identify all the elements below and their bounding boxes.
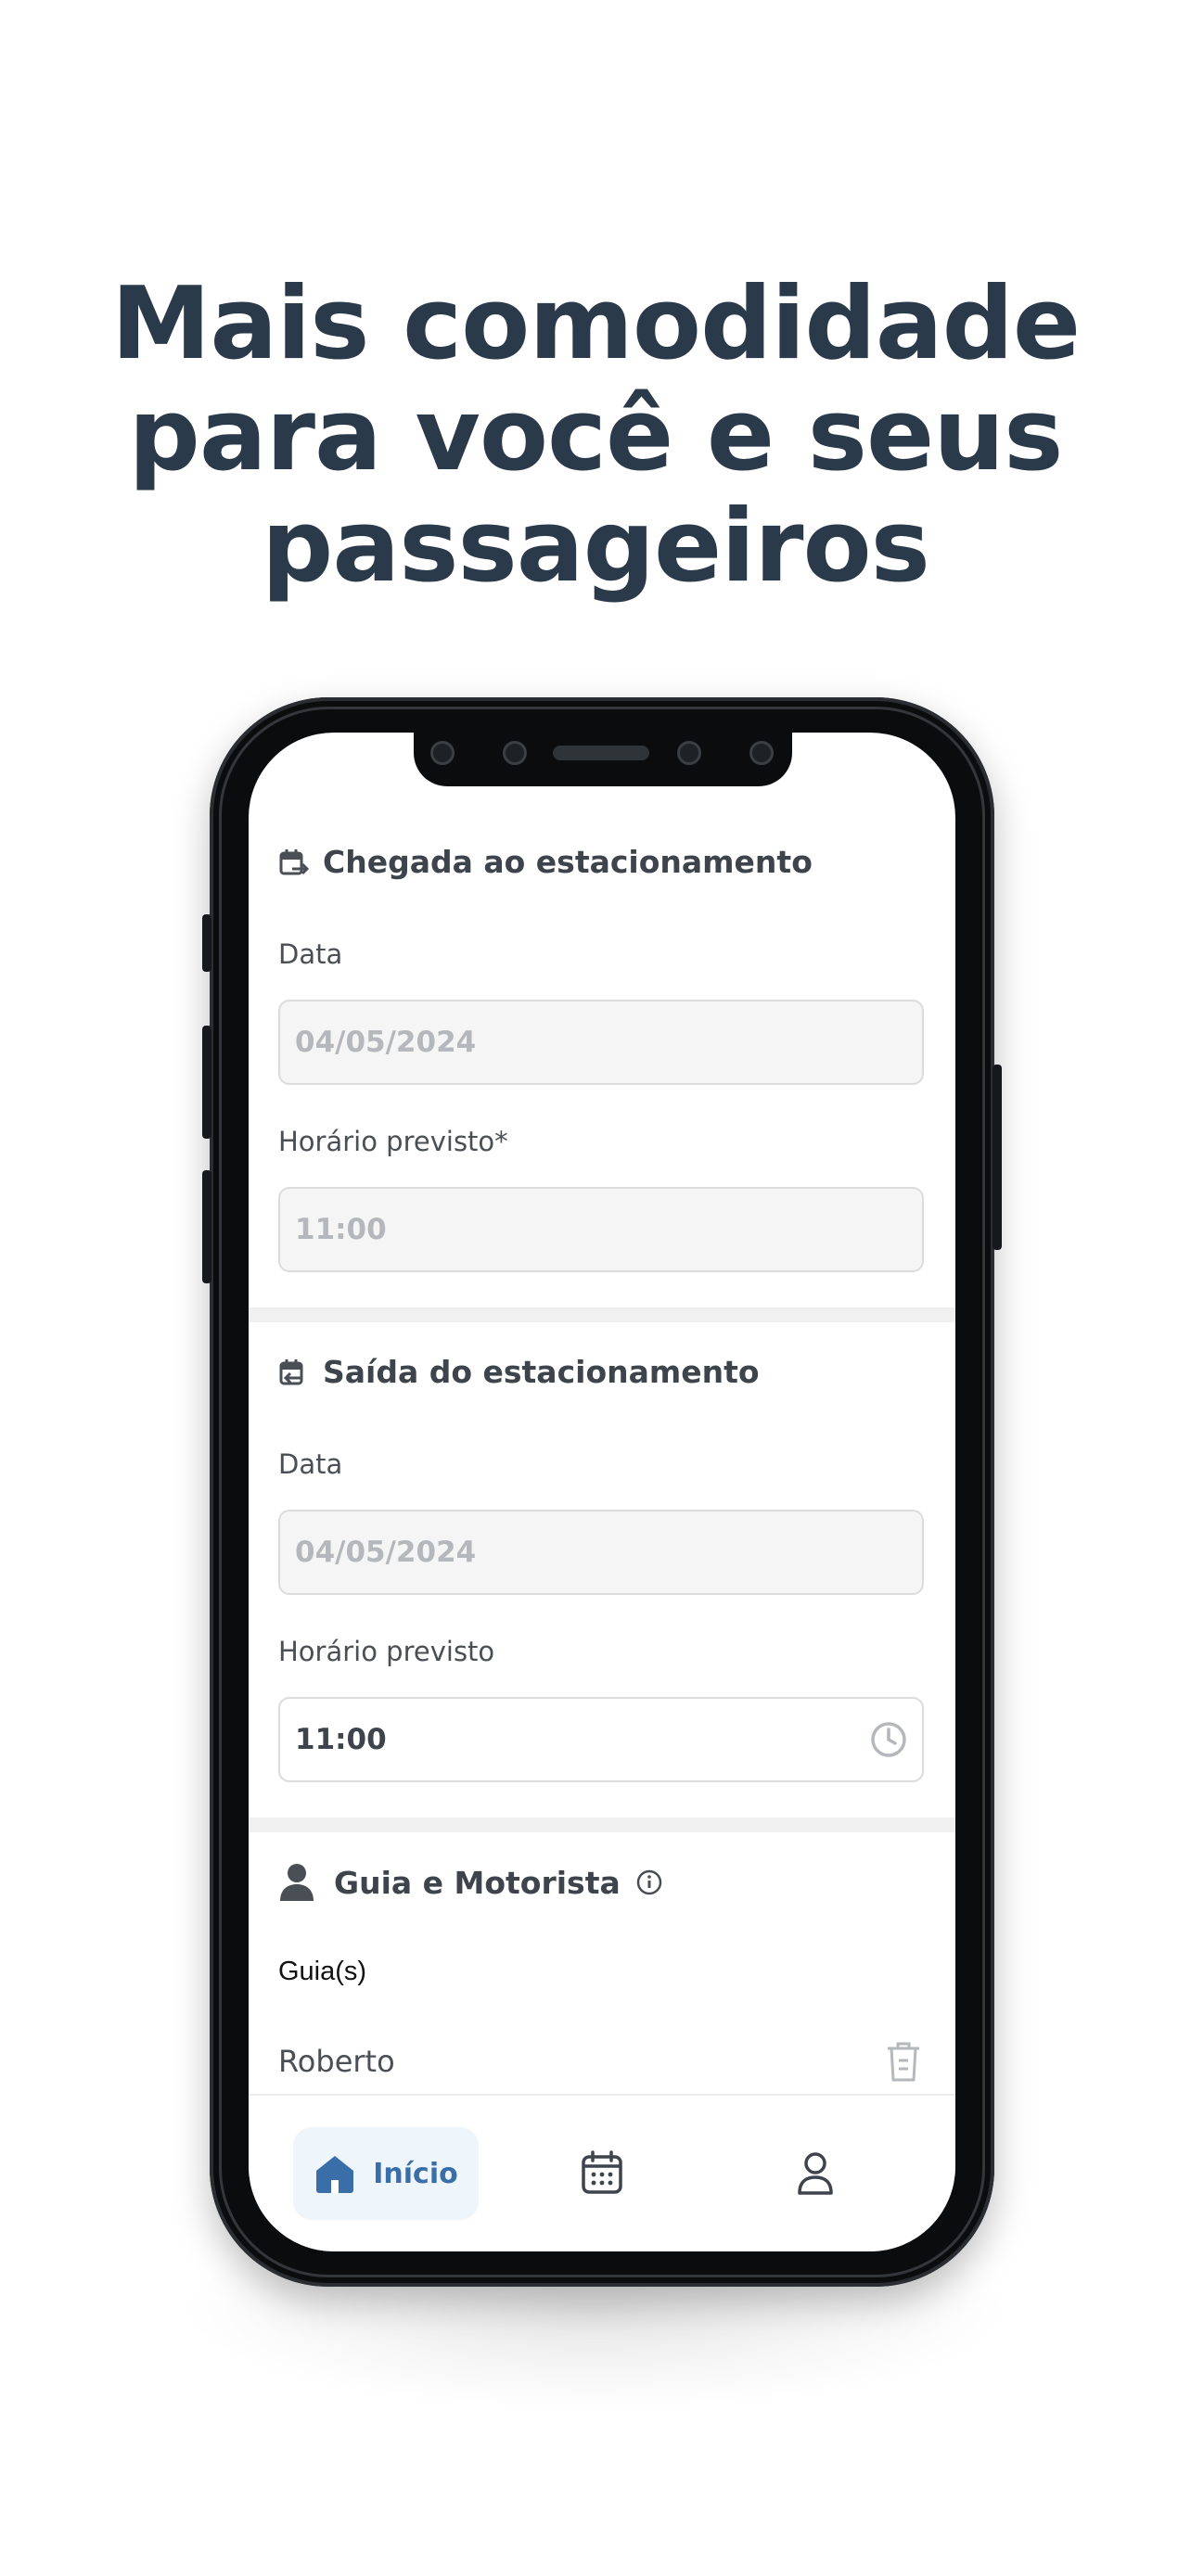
arrival-time-field[interactable]: 11:00 [278,1187,924,1272]
departure-date-label: Data [278,1448,343,1480]
departure-time-label: Horário previsto [278,1636,495,1667]
headline-line-3: passageiros [262,489,930,605]
clock-icon[interactable] [868,1719,909,1760]
calendar-arrow-left-icon [278,1357,310,1388]
calendar-arrow-right-icon [278,847,310,878]
front-camera [430,741,455,765]
nav-home-label: Início [373,2157,458,2190]
phone-side-button [202,914,211,972]
nav-home-button[interactable]: Início [293,2127,479,2220]
arrival-time-label: Horário previsto* [278,1126,508,1157]
earpiece-speaker [553,746,649,760]
departure-time-field[interactable]: 11:00 [278,1697,924,1782]
arrival-date-value: 04/05/2024 [295,1026,477,1059]
guide-driver-section-title: Guia e Motorista [278,1862,663,1903]
arrival-title-text: Chegada ao estacionamento [323,844,813,880]
arrival-date-label: Data [278,938,343,970]
arrival-time-value: 11:00 [295,1213,387,1246]
face-sensor [677,741,701,765]
arrival-date-field[interactable]: 04/05/2024 [278,1000,924,1085]
user-icon[interactable] [790,2148,840,2198]
departure-title-text: Saída do estacionamento [323,1354,760,1390]
headline: Mais comodidade para você e seus passage… [0,269,1191,603]
departure-time-value: 11:00 [295,1723,387,1756]
person-icon [278,1862,315,1903]
home-icon [316,2156,354,2193]
departure-date-field[interactable]: 04/05/2024 [278,1510,924,1595]
app-screen: Chegada ao estacionamento Data 04/05/202… [249,733,955,2251]
trash-icon[interactable] [885,2040,922,2083]
section-divider [249,1307,955,1322]
headline-line-2: para você e seus [128,377,1064,493]
bottom-navigation: Início [249,2094,955,2251]
guide-name: Roberto [278,2044,395,2079]
calendar-icon[interactable] [577,2148,627,2198]
departure-section-title: Saída do estacionamento [278,1354,760,1390]
info-icon[interactable] [635,1868,663,1896]
phone-power-button [992,1065,1002,1250]
guide-driver-title-text: Guia e Motorista [334,1864,621,1901]
proximity-sensor [503,741,527,765]
departure-date-value: 04/05/2024 [295,1536,477,1569]
ambient-sensor [749,741,774,765]
phone-volume-down-button [202,1170,211,1283]
guides-label: Guia(s) [278,1957,367,1986]
arrival-section-title: Chegada ao estacionamento [278,844,813,880]
headline-line-1: Mais comodidade [110,266,1081,382]
section-divider [249,1817,955,1832]
phone-volume-up-button [202,1026,211,1139]
